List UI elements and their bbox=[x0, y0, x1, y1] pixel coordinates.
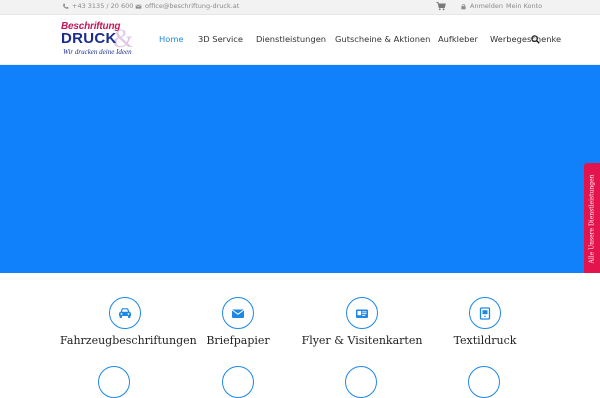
service-icon-circle bbox=[469, 297, 501, 329]
side-tab-label: Alle Unsere Dienstleistungen bbox=[588, 174, 596, 264]
email-text: office@beschriftung-druck.at bbox=[145, 2, 240, 10]
logo-tagline: Wir drucken deine Ideen bbox=[63, 48, 132, 56]
top-bar: +43 3135 / 20 600 office@beschriftung-dr… bbox=[0, 0, 600, 15]
id-card-icon bbox=[356, 309, 368, 318]
service-flyer-visitenkarten[interactable]: Flyer & Visitenkarten bbox=[297, 297, 427, 348]
envelope-icon bbox=[231, 309, 245, 318]
nav-3d-service[interactable]: 3D Service bbox=[198, 34, 243, 44]
phone-icon bbox=[63, 3, 69, 9]
email-icon bbox=[135, 4, 142, 9]
hero-banner bbox=[0, 65, 600, 273]
nav-aufkleber[interactable]: Aufkleber bbox=[438, 34, 478, 44]
service-label: Flyer & Visitenkarten bbox=[301, 334, 423, 347]
logo[interactable]: Beschriftung & DRUCK Wir drucken deine I… bbox=[61, 21, 141, 59]
service-icon-circle-row2[interactable] bbox=[468, 366, 500, 398]
service-briefpapier[interactable]: Briefpapier bbox=[173, 297, 303, 348]
email-contact[interactable]: office@beschriftung-druck.at bbox=[135, 2, 239, 10]
lock-icon bbox=[461, 3, 466, 9]
phone-contact[interactable]: +43 3135 / 20 600 bbox=[62, 2, 133, 10]
service-label: Textildruck bbox=[453, 334, 517, 347]
main-header: Beschriftung & DRUCK Wir drucken deine I… bbox=[0, 15, 600, 65]
service-fahrzeugbeschriftungen[interactable]: Fahrzeugbeschriftungen bbox=[60, 297, 197, 348]
service-textildruck[interactable]: Textildruck bbox=[420, 297, 550, 348]
login-link[interactable]: Anmelden bbox=[460, 2, 503, 10]
nav-dienstleistungen[interactable]: Dienstleistungen bbox=[256, 34, 326, 44]
account-text: Mein Konto bbox=[506, 2, 543, 10]
login-text: Anmelden bbox=[470, 2, 503, 10]
service-icon-circle bbox=[109, 297, 141, 329]
car-icon bbox=[119, 308, 131, 318]
nav-gutscheine-aktionen[interactable]: Gutscheine & Aktionen bbox=[335, 34, 430, 44]
service-label: Fahrzeugbeschriftungen bbox=[60, 334, 197, 347]
logo-line-2: DRUCK bbox=[61, 30, 117, 47]
account-link[interactable]: Mein Konto bbox=[506, 2, 542, 10]
nav-home[interactable]: Home bbox=[159, 34, 184, 44]
service-icon-circle-row2[interactable] bbox=[345, 366, 377, 398]
services-side-tab[interactable]: Alle Unsere Dienstleistungen bbox=[584, 163, 600, 275]
shirt-icon bbox=[479, 306, 491, 320]
service-icon-circle-row2[interactable] bbox=[98, 366, 130, 398]
service-icon-circle bbox=[222, 297, 254, 329]
service-label: Briefpapier bbox=[206, 334, 270, 347]
search-icon[interactable] bbox=[531, 35, 540, 44]
cart-link[interactable] bbox=[436, 1, 446, 11]
phone-text: +43 3135 / 20 600 bbox=[72, 2, 134, 10]
service-icon-circle-row2[interactable] bbox=[222, 366, 254, 398]
cart-icon bbox=[436, 2, 446, 11]
service-icon-circle bbox=[346, 297, 378, 329]
nav-werbegeschenke[interactable]: Werbegeschenke bbox=[490, 34, 561, 44]
